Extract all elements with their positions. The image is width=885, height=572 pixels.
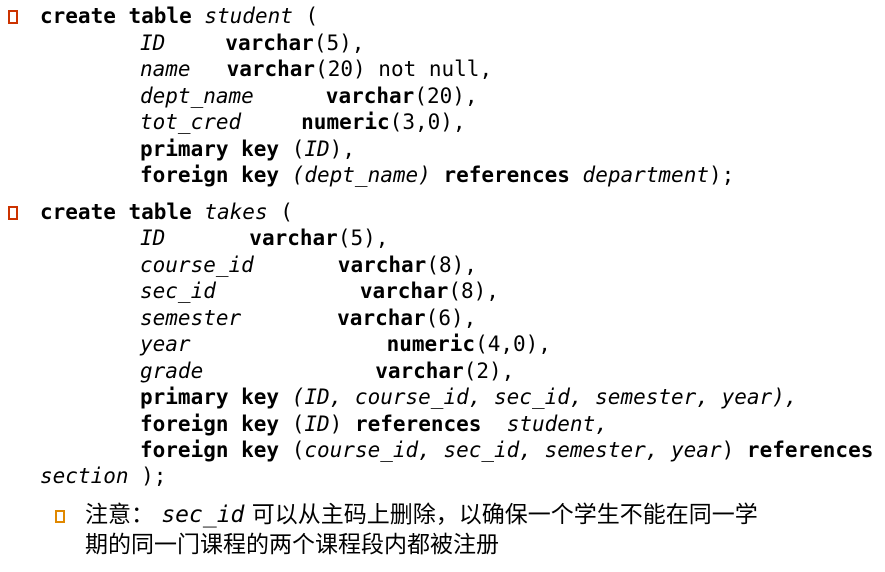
column-args: (3,0), [389, 110, 466, 134]
column-def: dept_name varchar(20), [140, 83, 478, 109]
sub-bullet-icon [55, 510, 65, 523]
references-keyword: references [354, 412, 482, 436]
column-def: ID varchar(5), [140, 30, 364, 56]
fk-ref-table: student, [506, 412, 608, 436]
column-def: sec_id varchar(8), [140, 278, 499, 304]
column-def: name varchar(20) not null, [140, 56, 492, 82]
column-type: varchar [225, 31, 314, 55]
column-type: numeric [301, 110, 390, 134]
column-type: numeric [386, 332, 476, 356]
pk-column: ID [304, 137, 330, 161]
note-field: sec_id [161, 502, 245, 528]
pk-columns: (ID, course_id, sec_id, semester, year), [279, 385, 798, 409]
column-args: (6), [425, 306, 477, 330]
fk-close: ) [721, 438, 735, 462]
column-name: year [140, 332, 191, 356]
column-name: grade [140, 359, 204, 383]
note-line-1: 注意： sec_id 可以从主码上删除，以确保一个学生不能在同一学 [85, 501, 758, 530]
column-def: course_id varchar(8), [140, 252, 477, 278]
column-type: varchar [359, 279, 449, 303]
foreign-key-line: foreign key (ID) references student, [140, 411, 608, 437]
column-args: (5), [337, 226, 389, 250]
section-line: section ); [40, 463, 166, 489]
fk-open: ( [279, 412, 305, 436]
foreign-key-line: foreign key (dept_name) references depar… [140, 162, 734, 188]
column-type: varchar [325, 84, 415, 108]
note-line-2: 期的同一门课程的两个课程段内都被注册 [85, 531, 499, 560]
references-keyword: references [443, 163, 570, 187]
column-name: sec_id [140, 279, 216, 303]
pk-open: ( [279, 137, 305, 161]
column-args: (8), [448, 279, 499, 303]
fk-ref-table: department [582, 163, 709, 187]
column-type: varchar [375, 359, 464, 383]
column-name: dept_name [140, 84, 254, 108]
create-table-keyword: create table [40, 4, 192, 28]
open-paren: ( [292, 4, 319, 28]
column-args: (2), [463, 359, 515, 383]
bullet-icon [8, 10, 18, 24]
note-text-2: 期的同一门课程的两个课程段内都被注册 [85, 532, 499, 558]
bullet-icon [8, 206, 18, 220]
fk-open: ( [279, 438, 305, 462]
fk-columns: course_id, sec_id, semester, year [304, 438, 722, 462]
fk-ref-table: section [40, 464, 129, 488]
column-args: (5), [313, 31, 365, 55]
create-table-keyword: create table [40, 200, 192, 224]
column-args: (20), [414, 84, 478, 108]
column-def: grade varchar(2), [140, 358, 514, 384]
primary-key-line: primary key (ID, course_id, sec_id, seme… [140, 384, 797, 410]
column-name: course_id [140, 253, 254, 277]
column-name: name [140, 57, 191, 81]
column-name: semester [140, 306, 242, 330]
column-def: ID varchar(5), [140, 225, 388, 251]
foreign-key-line: foreign key (course_id, sec_id, semester… [140, 437, 873, 463]
column-type: varchar [337, 306, 426, 330]
table-name: takes [204, 200, 268, 224]
column-name: ID [140, 226, 166, 250]
fk-column: ID [304, 412, 330, 436]
column-def: semester varchar(6), [140, 305, 476, 331]
column-type: varchar [337, 253, 427, 277]
foreign-key-keyword: foreign key [140, 163, 280, 187]
column-name: tot_cred [140, 110, 242, 134]
create-takes-line: create table takes ( [40, 199, 293, 225]
fk-column: (dept_name) [279, 163, 431, 187]
table-name: student [204, 4, 293, 28]
foreign-key-keyword: foreign key [140, 412, 280, 436]
column-type: varchar [249, 226, 338, 250]
column-def: year numeric(4,0), [140, 331, 551, 357]
column-args: (8), [426, 253, 477, 277]
column-name: ID [140, 31, 166, 55]
fk-close: ) [329, 412, 343, 436]
column-def: tot_cred numeric(3,0), [140, 109, 466, 135]
note-prefix: 注意： [85, 502, 154, 528]
fk-end: ); [708, 163, 735, 187]
column-type: varchar [226, 57, 316, 81]
column-args: (4,0), [475, 332, 551, 356]
foreign-key-keyword: foreign key [140, 438, 280, 462]
pk-close: ), [329, 137, 355, 161]
primary-key-keyword: primary key [140, 385, 280, 409]
primary-key-keyword: primary key [140, 137, 280, 161]
note-text-1: 可以从主码上删除，以确保一个学生不能在同一学 [251, 502, 758, 528]
primary-key-line: primary key (ID), [140, 136, 355, 162]
create-student-line: create table student ( [40, 3, 318, 29]
column-args: (20) not null, [315, 57, 493, 81]
open-paren: ( [267, 200, 293, 224]
references-keyword: references [746, 438, 874, 462]
statement-end: ); [128, 464, 167, 488]
